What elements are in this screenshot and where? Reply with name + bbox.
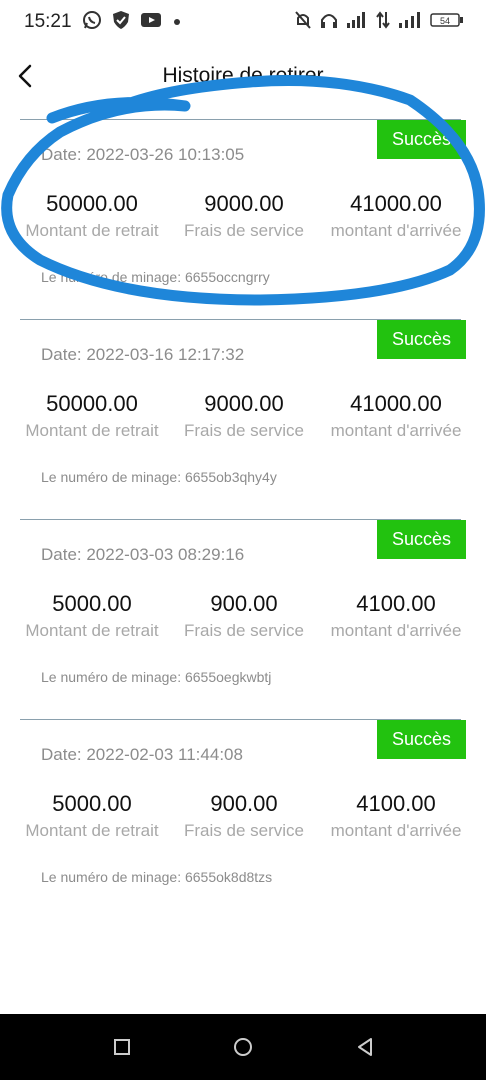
dot-icon [172,14,182,32]
mining-number: Le numéro de minage: 6655ok8d8tzs [41,869,273,885]
arrival-amount: 4100.00 [356,591,436,616]
withdraw-column: 5000.00 Montant de retrait [16,791,168,841]
list-item: Succès Date: 2022-02-03 11:44:08 5000.00… [0,719,486,919]
withdraw-amount: 5000.00 [52,591,132,616]
record-date: Date: 2022-03-26 10:13:05 [41,145,245,164]
status-badge: Succès [377,720,466,759]
arrival-label: montant d'arrivée [330,421,462,440]
youtube-icon [140,11,162,34]
mute-icon [294,10,312,35]
header: Histoire de retirer [0,44,486,110]
fee-label: Frais de service [184,621,304,640]
withdraw-label: Montant de retrait [25,221,159,240]
withdraw-amount: 50000.00 [46,191,138,216]
mining-number: Le numéro de minage: 6655oegkwbtj [41,669,272,685]
arrival-label: montant d'arrivée [330,621,462,640]
withdraw-amount: 50000.00 [46,391,138,416]
status-time: 15:21 [24,11,72,32]
arrival-column: 41000.00 montant d'arrivée [320,391,472,441]
whatsapp-icon [82,10,102,35]
service-fee: 9000.00 [204,391,284,416]
service-fee: 900.00 [210,591,278,616]
square-icon [114,1039,130,1055]
amounts-row: 50000.00 Montant de retrait 9000.00 Frai… [16,191,472,241]
list-item: Succès Date: 2022-03-03 08:29:16 5000.00… [0,519,486,719]
headphones-icon [320,10,338,35]
withdrawal-list: Succès Date: 2022-03-26 10:13:05 50000.0… [0,119,486,919]
withdraw-label: Montant de retrait [25,821,159,840]
record-date: Date: 2022-02-03 11:44:08 [41,745,243,764]
fee-label: Frais de service [184,421,304,440]
mining-number: Le numéro de minage: 6655occngrry [41,269,270,285]
signal-icon [346,11,368,34]
battery-level: 54 [440,16,450,26]
status-badge: Succès [377,120,466,159]
withdraw-column: 50000.00 Montant de retrait [16,191,168,241]
arrival-column: 4100.00 montant d'arrivée [320,591,472,641]
fee-label: Frais de service [184,221,304,240]
arrival-amount: 4100.00 [356,791,436,816]
withdraw-label: Montant de retrait [25,621,159,640]
arrival-column: 4100.00 montant d'arrivée [320,791,472,841]
status-bar: 15:21 54 [0,0,486,44]
back-nav-button[interactable] [350,1032,380,1062]
list-item: Succès Date: 2022-03-16 12:17:32 50000.0… [0,319,486,519]
service-fee: 9000.00 [204,191,284,216]
withdraw-column: 50000.00 Montant de retrait [16,391,168,441]
navigation-bar [0,1014,486,1080]
amounts-row: 50000.00 Montant de retrait 9000.00 Frai… [16,391,472,441]
arrival-label: montant d'arrivée [330,221,462,240]
fee-column: 900.00 Frais de service [168,591,320,641]
withdraw-column: 5000.00 Montant de retrait [16,591,168,641]
arrival-amount: 41000.00 [350,191,442,216]
amounts-row: 5000.00 Montant de retrait 900.00 Frais … [16,591,472,641]
mining-number: Le numéro de minage: 6655ob3qhy4y [41,469,277,485]
home-button[interactable] [228,1032,258,1062]
record-date: Date: 2022-03-03 08:29:16 [41,545,245,564]
recent-apps-button[interactable] [107,1032,137,1062]
arrival-label: montant d'arrivée [330,821,462,840]
list-item: Succès Date: 2022-03-26 10:13:05 50000.0… [0,119,486,319]
status-badge: Succès [377,320,466,359]
data-transfer-icon [376,11,390,34]
fee-column: 9000.00 Frais de service [168,391,320,441]
fee-column: 900.00 Frais de service [168,791,320,841]
status-badge: Succès [377,520,466,559]
page-title: Histoire de retirer [162,64,324,87]
fee-column: 9000.00 Frais de service [168,191,320,241]
record-date: Date: 2022-03-16 12:17:32 [41,345,245,364]
battery-icon: 54 [430,12,464,33]
fee-label: Frais de service [184,821,304,840]
service-fee: 900.00 [210,791,278,816]
hplus-signal-icon [398,11,422,34]
arrival-column: 41000.00 montant d'arrivée [320,191,472,241]
arrival-amount: 41000.00 [350,391,442,416]
amounts-row: 5000.00 Montant de retrait 900.00 Frais … [16,791,472,841]
circle-icon [234,1038,252,1056]
withdraw-amount: 5000.00 [52,791,132,816]
shield-icon [112,10,130,35]
withdraw-label: Montant de retrait [25,421,159,440]
triangle-back-icon [358,1038,372,1056]
